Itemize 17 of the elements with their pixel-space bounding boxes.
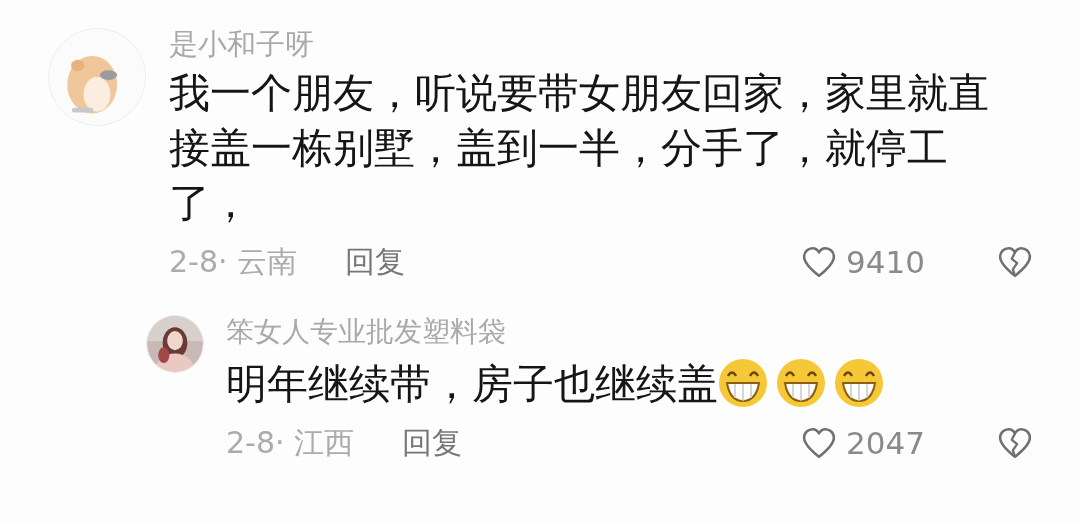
reply-link[interactable]: 回复 bbox=[402, 422, 463, 464]
reply-link[interactable]: 回复 bbox=[345, 241, 406, 283]
comment-text: 明年继续带，房子也继续盖 bbox=[226, 357, 1080, 412]
grinning-face-icon bbox=[834, 358, 884, 408]
broken-heart-icon[interactable] bbox=[998, 427, 1032, 459]
heart-icon[interactable] bbox=[802, 246, 836, 278]
date-location: 2-8· 江西 bbox=[226, 423, 355, 462]
like-count: 9410 bbox=[846, 244, 926, 280]
date-location: 2-8· 云南 bbox=[169, 242, 298, 281]
like-count: 2047 bbox=[846, 425, 926, 461]
comment-text: 我一个朋友，听说要带女朋友回家，家里就直接盖一栋别墅，盖到一半，分手了，就停工了， bbox=[169, 68, 990, 229]
username[interactable]: 是小和子呀 bbox=[169, 24, 314, 64]
heart-icon[interactable] bbox=[802, 427, 836, 459]
grinning-face-icon bbox=[718, 358, 768, 408]
grinning-face-icon bbox=[776, 358, 826, 408]
broken-heart-icon[interactable] bbox=[998, 246, 1032, 278]
username[interactable]: 笨女人专业批发塑料袋 bbox=[226, 307, 506, 357]
